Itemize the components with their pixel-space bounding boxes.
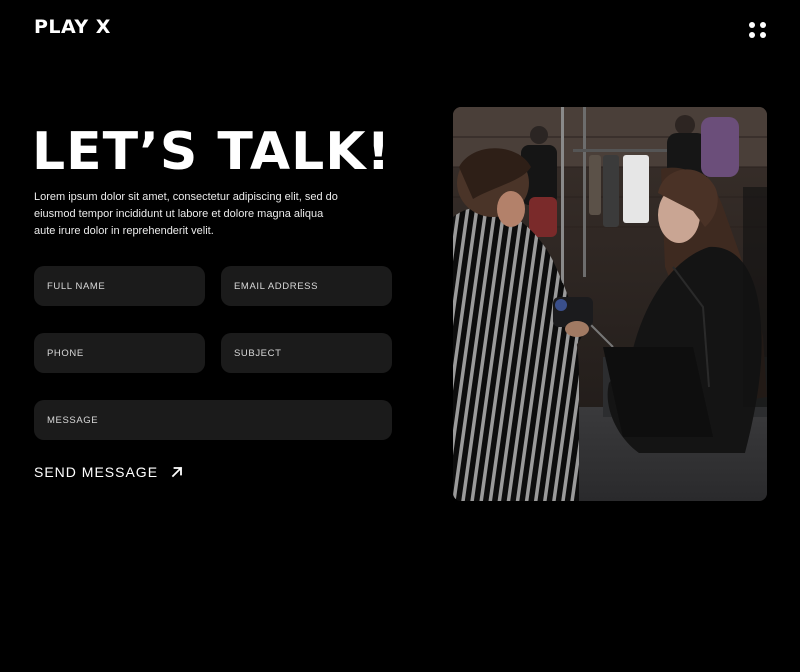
page-title: LET’S TALK! bbox=[32, 122, 392, 182]
photo-shoot-image bbox=[453, 107, 767, 501]
full-name-field[interactable]: FULL NAME bbox=[34, 266, 205, 306]
menu-dot bbox=[760, 22, 766, 28]
phone-field[interactable]: PHONE bbox=[34, 333, 205, 373]
logo[interactable]: PLAY X bbox=[34, 16, 111, 38]
message-field[interactable]: MESSAGE bbox=[34, 400, 392, 440]
intro-text: Lorem ipsum dolor sit amet, consectetur … bbox=[34, 191, 338, 237]
send-message-button[interactable]: SEND MESSAGE bbox=[34, 464, 184, 480]
menu-dot bbox=[760, 32, 766, 38]
phone-placeholder: PHONE bbox=[47, 347, 84, 359]
menu-dot bbox=[749, 22, 755, 28]
send-message-label: SEND MESSAGE bbox=[34, 464, 159, 480]
subject-placeholder: SUBJECT bbox=[234, 347, 282, 359]
arrow-up-right-icon bbox=[171, 466, 183, 478]
message-placeholder: MESSAGE bbox=[47, 414, 99, 426]
email-placeholder: EMAIL ADDRESS bbox=[234, 280, 318, 292]
full-name-placeholder: FULL NAME bbox=[47, 280, 106, 292]
email-field[interactable]: EMAIL ADDRESS bbox=[221, 266, 392, 306]
menu-button[interactable] bbox=[745, 18, 769, 42]
subject-field[interactable]: SUBJECT bbox=[221, 333, 392, 373]
menu-dot bbox=[749, 32, 755, 38]
